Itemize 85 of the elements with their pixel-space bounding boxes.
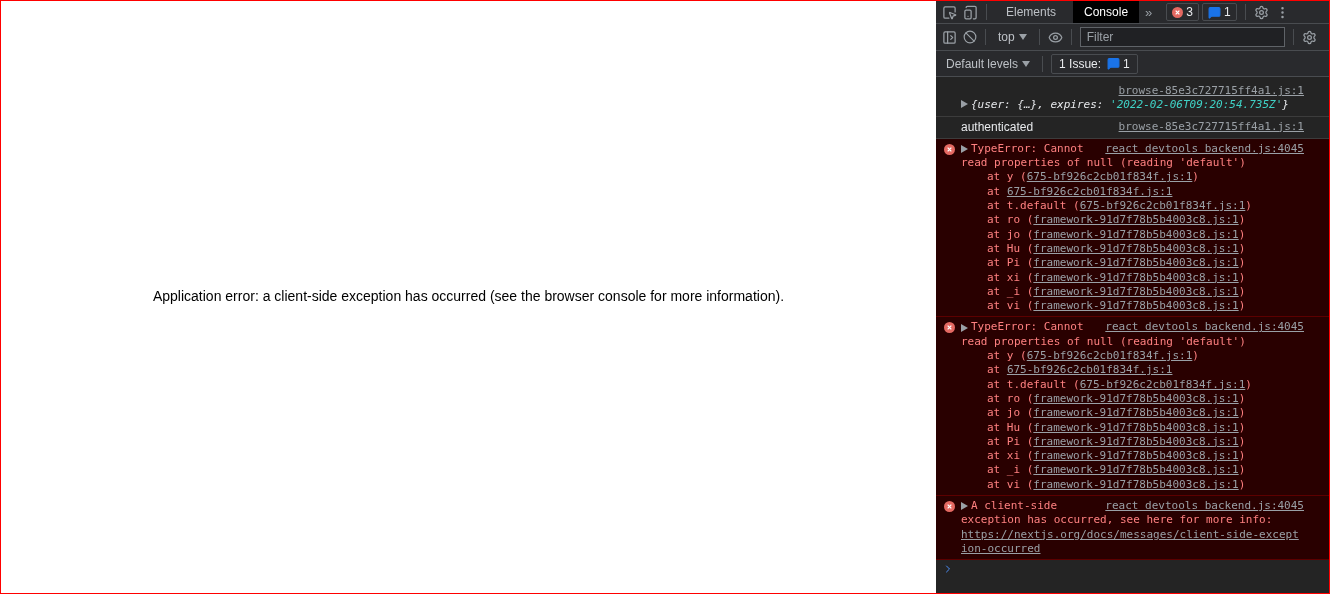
source-link[interactable]: 675-bf926c2cb01f834f.js:1 <box>1006 363 1173 377</box>
issue-count-badge[interactable]: 1 <box>1202 3 1237 21</box>
error-message-line: TypeError: Cannot <box>971 320 1084 335</box>
stack-frame: at Hu (framework-91d7f78b5b4003c8.js:1) <box>987 420 1304 435</box>
expand-triangle-icon[interactable] <box>961 100 968 109</box>
object-preview-end: } <box>1282 98 1289 112</box>
error-message: Application error: a client-side exception has occurred (see the browser console for more information). <box>152 288 785 304</box>
error-message-line: A client-side <box>971 499 1058 514</box>
source-link[interactable]: 675-bf926c2cb01f834f.js:1 <box>1026 170 1193 184</box>
error-icon <box>944 501 955 512</box>
source-link[interactable]: framework-91d7f78b5b4003c8.js:1 <box>1033 227 1239 241</box>
clear-console-icon[interactable] <box>963 30 977 44</box>
stack-frame: at 675-bf926c2cb01f834f.js:1 <box>987 184 1304 200</box>
sidebar-icon[interactable] <box>942 29 957 45</box>
stack-frame: at t.default (675-bf926c2cb01f834f.js:1) <box>987 199 1304 214</box>
source-link[interactable]: framework-91d7f78b5b4003c8.js:1 <box>1033 449 1239 463</box>
settings-icon[interactable] <box>1301 29 1317 45</box>
source-link[interactable]: framework-91d7f78b5b4003c8.js:1 <box>1033 391 1239 405</box>
source-link[interactable]: framework-91d7f78b5b4003c8.js:1 <box>1033 406 1239 420</box>
stack-frame: at ro (framework-91d7f78b5b4003c8.js:1) <box>987 213 1304 228</box>
stack-frame: at 675-bf926c2cb01f834f.js:1 <box>987 363 1304 378</box>
devtools-tab[interactable]: Elements <box>995 1 1068 23</box>
device-icon[interactable] <box>963 4 978 20</box>
caret-icon <box>1022 60 1031 67</box>
docs-link[interactable]: https://nextjs.org/docs/messages/client-side-exception-occurred <box>961 527 1304 557</box>
source-link[interactable]: framework-91d7f78b5b4003c8.js:1 <box>1033 434 1239 448</box>
source-link[interactable]: 675-bf926c2cb01f834f.js:1 <box>1006 184 1173 198</box>
stack-frame: at y (675-bf926c2cb01f834f.js:1) <box>987 349 1304 364</box>
stack-frame: at xi (framework-91d7f78b5b4003c8.js:1) <box>987 270 1304 285</box>
source-link[interactable]: framework-91d7f78b5b4003c8.js:1 <box>1033 256 1239 270</box>
source-link[interactable]: framework-91d7f78b5b4003c8.js:1 <box>1033 241 1239 255</box>
caret-icon <box>1018 34 1027 40</box>
error-message-line: read properties of null (reading 'default') <box>961 334 1247 350</box>
stack-frame: at t.default (675-bf926c2cb01f834f.js:1) <box>987 377 1304 392</box>
error-message-line: read properties of null (reading 'default') <box>961 156 1247 171</box>
error-icon <box>1172 6 1184 18</box>
stack-frame: at Pi (framework-91d7f78b5b4003c8.js:1) <box>987 256 1304 271</box>
expand-triangle-icon[interactable] <box>961 145 968 154</box>
source-link[interactable]: framework-91d7f78b5b4003c8.js:1 <box>1033 299 1239 313</box>
error-message-line: exception has occurred, see here for more info: <box>961 513 1274 528</box>
inspect-icon[interactable] <box>942 4 957 20</box>
source-link[interactable]: browse-85e3c727715ff4a1.js:1 <box>1118 119 1304 134</box>
expand-triangle-icon[interactable] <box>961 323 968 332</box>
source-link[interactable]: framework-91d7f78b5b4003c8.js:1 <box>1033 420 1239 434</box>
error-count-badge[interactable]: 3 <box>1166 3 1199 21</box>
source-link[interactable]: react devtools backend.js:4045 <box>1105 320 1304 335</box>
string-value: '2022-02-06T09:20:54.735Z' <box>1110 98 1283 112</box>
devtools-tab[interactable]: Console <box>1073 1 1140 23</box>
source-link[interactable]: react devtools backend.js:4045 <box>1105 499 1304 514</box>
source-link[interactable]: 675-bf926c2cb01f834f.js:1 <box>1079 377 1246 391</box>
more-tabs-button[interactable]: » <box>1145 4 1153 20</box>
source-link[interactable]: framework-91d7f78b5b4003c8.js:1 <box>1033 284 1239 298</box>
object-preview: {user: {…}, expires: <box>971 98 1105 112</box>
error-icon <box>944 143 955 155</box>
stack-frame: at vi (framework-91d7f78b5b4003c8.js:1) <box>987 299 1304 314</box>
stack-frame: at jo (framework-91d7f78b5b4003c8.js:1) <box>987 406 1304 421</box>
filter-field[interactable]: Filter <box>1079 27 1285 47</box>
stack-frame: at xi (framework-91d7f78b5b4003c8.js:1) <box>987 449 1304 464</box>
error-message-line: TypeError: Cannot <box>971 141 1084 157</box>
source-link[interactable]: framework-91d7f78b5b4003c8.js:1 <box>1033 463 1239 477</box>
source-link[interactable]: 675-bf926c2cb01f834f.js:1 <box>1026 349 1193 363</box>
stack-frame: at y (675-bf926c2cb01f834f.js:1) <box>987 170 1304 185</box>
log-message: authenticated <box>961 119 1034 134</box>
stack-frame: at Hu (framework-91d7f78b5b4003c8.js:1) <box>987 241 1304 257</box>
source-link[interactable]: browse-85e3c727715ff4a1.js:1 <box>1118 84 1304 99</box>
settings-icon[interactable] <box>1253 4 1269 20</box>
source-link[interactable]: react devtools backend.js:4045 <box>1105 141 1304 157</box>
stack-frame: at _i (framework-91d7f78b5b4003c8.js:1) <box>987 284 1304 300</box>
message-icon <box>1107 57 1121 70</box>
issues-button[interactable]: 1 Issue: 1 <box>1051 53 1138 74</box>
error-icon <box>944 322 955 334</box>
stack-frame: at vi (framework-91d7f78b5b4003c8.js:1) <box>987 477 1304 492</box>
source-link[interactable]: 675-bf926c2cb01f834f.js:1 <box>1079 199 1246 213</box>
source-link[interactable]: framework-91d7f78b5b4003c8.js:1 <box>1033 477 1239 491</box>
source-link[interactable]: framework-91d7f78b5b4003c8.js:1 <box>1033 213 1239 227</box>
eye-icon[interactable] <box>1047 29 1063 45</box>
expand-triangle-icon[interactable] <box>961 502 968 511</box>
stack-frame: at _i (framework-91d7f78b5b4003c8.js:1) <box>987 463 1304 478</box>
source-link[interactable]: framework-91d7f78b5b4003c8.js:1 <box>1033 270 1239 284</box>
stack-frame: at Pi (framework-91d7f78b5b4003c8.js:1) <box>987 434 1304 450</box>
context-select[interactable]: top <box>994 30 1031 44</box>
log-levels-select[interactable]: Default levels <box>942 56 1035 71</box>
message-icon <box>1208 5 1221 19</box>
stack-frame: at ro (framework-91d7f78b5b4003c8.js:1) <box>987 391 1304 407</box>
stack-frame: at jo (framework-91d7f78b5b4003c8.js:1) <box>987 227 1304 242</box>
